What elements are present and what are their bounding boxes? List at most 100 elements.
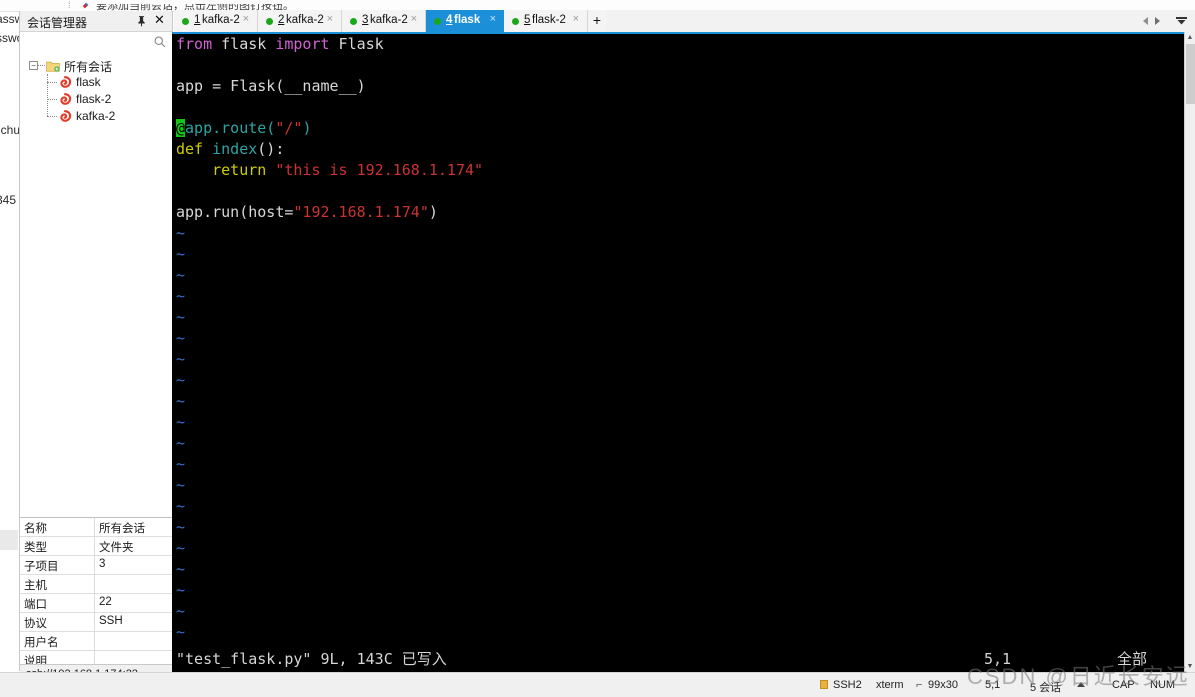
tree-item-session-3[interactable]: kafka-2 bbox=[20, 108, 172, 125]
collapse-toggle-icon[interactable]: − bbox=[29, 61, 38, 70]
vim-tilde-line: ~ bbox=[176, 476, 186, 494]
code-line-7: return "this is 192.168.1.174" bbox=[176, 160, 1176, 181]
pin-icon[interactable] bbox=[135, 14, 148, 28]
tab-close-icon[interactable]: × bbox=[573, 13, 579, 25]
tab-kafka-2-2[interactable]: 2 kafka-2 × bbox=[258, 10, 342, 32]
tree-connector bbox=[47, 116, 57, 118]
background-text-fragment-3: nchu bbox=[0, 123, 21, 137]
tree-connector bbox=[47, 82, 57, 84]
vim-tilde-line: ~ bbox=[176, 266, 186, 284]
application-status-bar: SSH2 xterm ⌐ 99x30 5,1 5 会话 CAP NUM bbox=[0, 672, 1195, 697]
close-icon[interactable]: ✕ bbox=[153, 13, 166, 27]
search-input[interactable] bbox=[24, 35, 148, 52]
tab-flask-2[interactable]: 5 flask-2 × bbox=[504, 10, 588, 32]
code-line-9: app.run(host="192.168.1.174") bbox=[176, 202, 1176, 223]
tab-close-icon[interactable]: × bbox=[490, 13, 496, 25]
tab-close-icon[interactable]: × bbox=[411, 13, 417, 25]
column-divider bbox=[94, 632, 95, 650]
vim-tilde-line: ~ bbox=[176, 539, 186, 557]
vim-tilde-line: ~ bbox=[176, 350, 186, 368]
vim-tilde-line: ~ bbox=[176, 434, 186, 452]
tab-label: kafka-2 bbox=[286, 14, 324, 26]
vim-tilde-line: ~ bbox=[176, 518, 186, 536]
vim-tilde-line: ~ bbox=[176, 581, 186, 599]
tab-flask[interactable]: 4 flask × bbox=[426, 10, 504, 32]
tab-close-icon[interactable]: × bbox=[327, 13, 333, 25]
terminal-pane[interactable]: from flask import Flask app = Flask(__na… bbox=[172, 32, 1185, 672]
scroll-up-icon[interactable]: ▲ bbox=[1185, 32, 1195, 43]
tree-item-session-2[interactable]: flask-2 bbox=[20, 91, 172, 108]
vim-tilde-line: ~ bbox=[176, 392, 186, 410]
tab-number: 2 bbox=[278, 14, 285, 26]
scroll-down-icon[interactable]: ▼ bbox=[1185, 661, 1195, 672]
new-tab-button[interactable]: + bbox=[588, 10, 606, 32]
vim-tilde-line: ~ bbox=[176, 623, 186, 641]
status-cursor-position: 5,1 bbox=[985, 679, 1001, 691]
status-terminal-type: xterm bbox=[876, 679, 904, 691]
code-token-string: "this is 192.168.1.174" bbox=[275, 161, 484, 179]
session-properties-table: 名称 所有会话 类型 文件夹 子项目 3 主机 端口 22 协议 SSH 用户名… bbox=[20, 517, 172, 665]
table-row: 端口 22 bbox=[20, 594, 172, 613]
screen-size-icon: ⌐ bbox=[916, 679, 923, 691]
property-key: 端口 bbox=[24, 599, 47, 611]
code-token: app = Flask(__name__) bbox=[176, 77, 366, 95]
tree-item-session-1[interactable]: flask bbox=[20, 74, 172, 91]
search-icon[interactable] bbox=[153, 35, 167, 49]
code-token: Flask bbox=[329, 35, 384, 53]
status-dot-icon bbox=[350, 18, 357, 25]
property-value: SSH bbox=[99, 615, 123, 627]
vim-tilde-line: ~ bbox=[176, 413, 186, 431]
code-line-1: from flask import Flask bbox=[176, 34, 1176, 55]
code-token-string: "192.168.1.174" bbox=[293, 203, 429, 221]
session-tree[interactable]: − 所有会话 flask flask-2 kafka-2 bbox=[20, 53, 172, 517]
status-dot-icon bbox=[182, 18, 189, 25]
tab-kafka-2-3[interactable]: 3 kafka-2 × bbox=[342, 10, 426, 32]
vim-tilde-line: ~ bbox=[176, 455, 186, 473]
tab-list-icon[interactable] bbox=[1176, 17, 1187, 25]
table-row: 类型 文件夹 bbox=[20, 537, 172, 556]
terminal-scrollbar[interactable]: ▲ ▼ bbox=[1184, 32, 1195, 672]
status-dot-icon bbox=[434, 18, 441, 25]
property-key: 名称 bbox=[24, 523, 47, 535]
chevron-up-icon[interactable] bbox=[1077, 682, 1085, 687]
session-search-box[interactable] bbox=[20, 31, 172, 54]
code-token-funcname: index bbox=[212, 140, 258, 158]
property-key: 用户名 bbox=[24, 637, 59, 649]
vim-file-message: "test_flask.py" 9L, 143C 已写入 bbox=[176, 650, 447, 668]
code-line-5: @app.route("/") bbox=[176, 118, 1176, 139]
background-shade bbox=[0, 530, 18, 550]
status-protocol: SSH2 bbox=[833, 679, 862, 691]
hint-drag-handle[interactable]: ⁞ bbox=[68, 0, 72, 10]
chevron-left-icon bbox=[1143, 17, 1148, 25]
tree-item-root[interactable]: − 所有会话 bbox=[20, 57, 172, 74]
tab-label: flask bbox=[454, 14, 481, 26]
chevron-right-icon bbox=[1155, 17, 1160, 25]
status-screen-size: 99x30 bbox=[928, 679, 958, 691]
tree-connector bbox=[47, 99, 57, 101]
table-row: 名称 所有会话 bbox=[20, 518, 172, 537]
vim-cursor-position: 5,1 bbox=[984, 650, 1012, 668]
column-divider bbox=[94, 556, 95, 574]
code-token-import: import bbox=[275, 35, 330, 53]
property-value: 22 bbox=[99, 596, 112, 608]
property-key: 子项目 bbox=[24, 561, 59, 573]
code-token: (): bbox=[257, 140, 285, 158]
session-manager-header: 会话管理器 ✕ bbox=[20, 11, 172, 31]
session-manager-title: 会话管理器 bbox=[27, 16, 88, 30]
tab-scroll-arrows[interactable] bbox=[1139, 15, 1167, 27]
tree-item-root-label: 所有会话 bbox=[64, 60, 113, 74]
session-icon bbox=[60, 110, 72, 122]
scrollbar-thumb[interactable] bbox=[1186, 44, 1195, 104]
table-row: 协议 SSH bbox=[20, 613, 172, 632]
background-text-fragment-4: 345 bbox=[0, 193, 17, 207]
table-row: 用户名 bbox=[20, 632, 172, 651]
property-value: 所有会话 bbox=[99, 523, 145, 535]
tab-bar: 1 kafka-2 × 2 kafka-2 × 3 kafka-2 × 4 fl… bbox=[174, 10, 1195, 32]
tab-close-icon[interactable]: × bbox=[243, 13, 249, 25]
vim-tilde-line: ~ bbox=[176, 308, 186, 326]
column-divider bbox=[94, 518, 95, 536]
tab-kafka-2-1[interactable]: 1 kafka-2 × bbox=[174, 10, 258, 32]
tree-item-label: kafka-2 bbox=[76, 109, 116, 123]
